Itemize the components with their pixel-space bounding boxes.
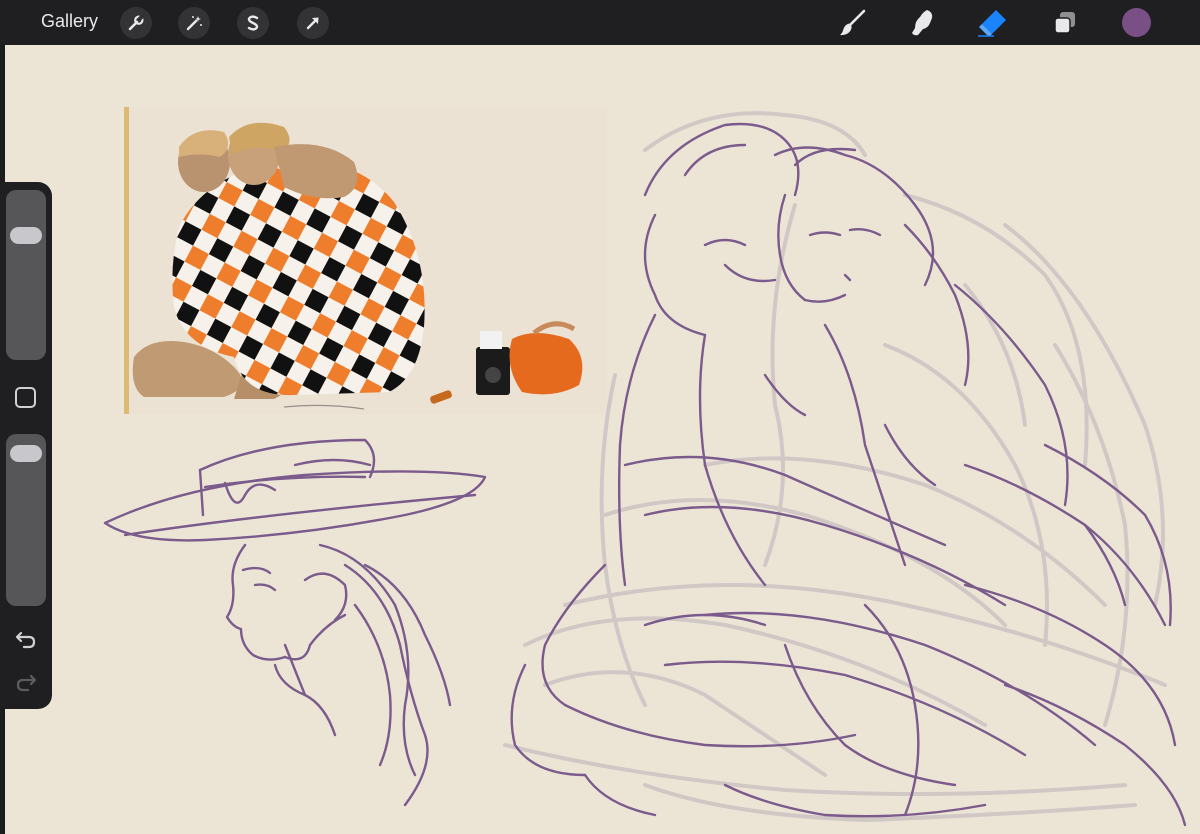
opacity-slider[interactable] [6, 434, 46, 606]
layers-icon [1054, 12, 1075, 34]
top-toolbar: Gallery [0, 0, 1200, 45]
modify-button[interactable] [15, 387, 36, 408]
brush-size-slider[interactable] [6, 190, 46, 360]
selection-button[interactable] [237, 7, 269, 39]
transform-arrow-icon [306, 17, 319, 30]
eraser-icon [978, 10, 1006, 37]
undo-button[interactable] [12, 628, 40, 652]
gallery-button[interactable]: Gallery [41, 11, 98, 32]
redo-icon [16, 674, 37, 692]
transform-button[interactable] [297, 7, 329, 39]
brush-icon [840, 9, 866, 36]
smudge-icon [912, 10, 933, 36]
sketch-layer [103, 111, 1187, 827]
brush-tool[interactable] [834, 5, 870, 41]
layers-button[interactable] [1047, 5, 1083, 41]
left-sidebar [0, 182, 52, 709]
actions-button[interactable] [120, 7, 152, 39]
color-picker-button[interactable] [1122, 8, 1151, 37]
undo-icon [15, 631, 36, 649]
redo-button[interactable] [12, 671, 40, 695]
brush-size-slider-thumb[interactable] [10, 227, 42, 245]
smudge-tool[interactable] [903, 5, 939, 41]
magic-wand-icon [186, 16, 202, 31]
drawing-canvas[interactable] [5, 45, 1200, 834]
opacity-slider-thumb[interactable] [10, 445, 42, 463]
wrench-icon [128, 14, 144, 31]
adjustments-button[interactable] [178, 7, 210, 39]
selection-s-icon [247, 15, 259, 31]
eraser-tool[interactable] [974, 5, 1010, 41]
